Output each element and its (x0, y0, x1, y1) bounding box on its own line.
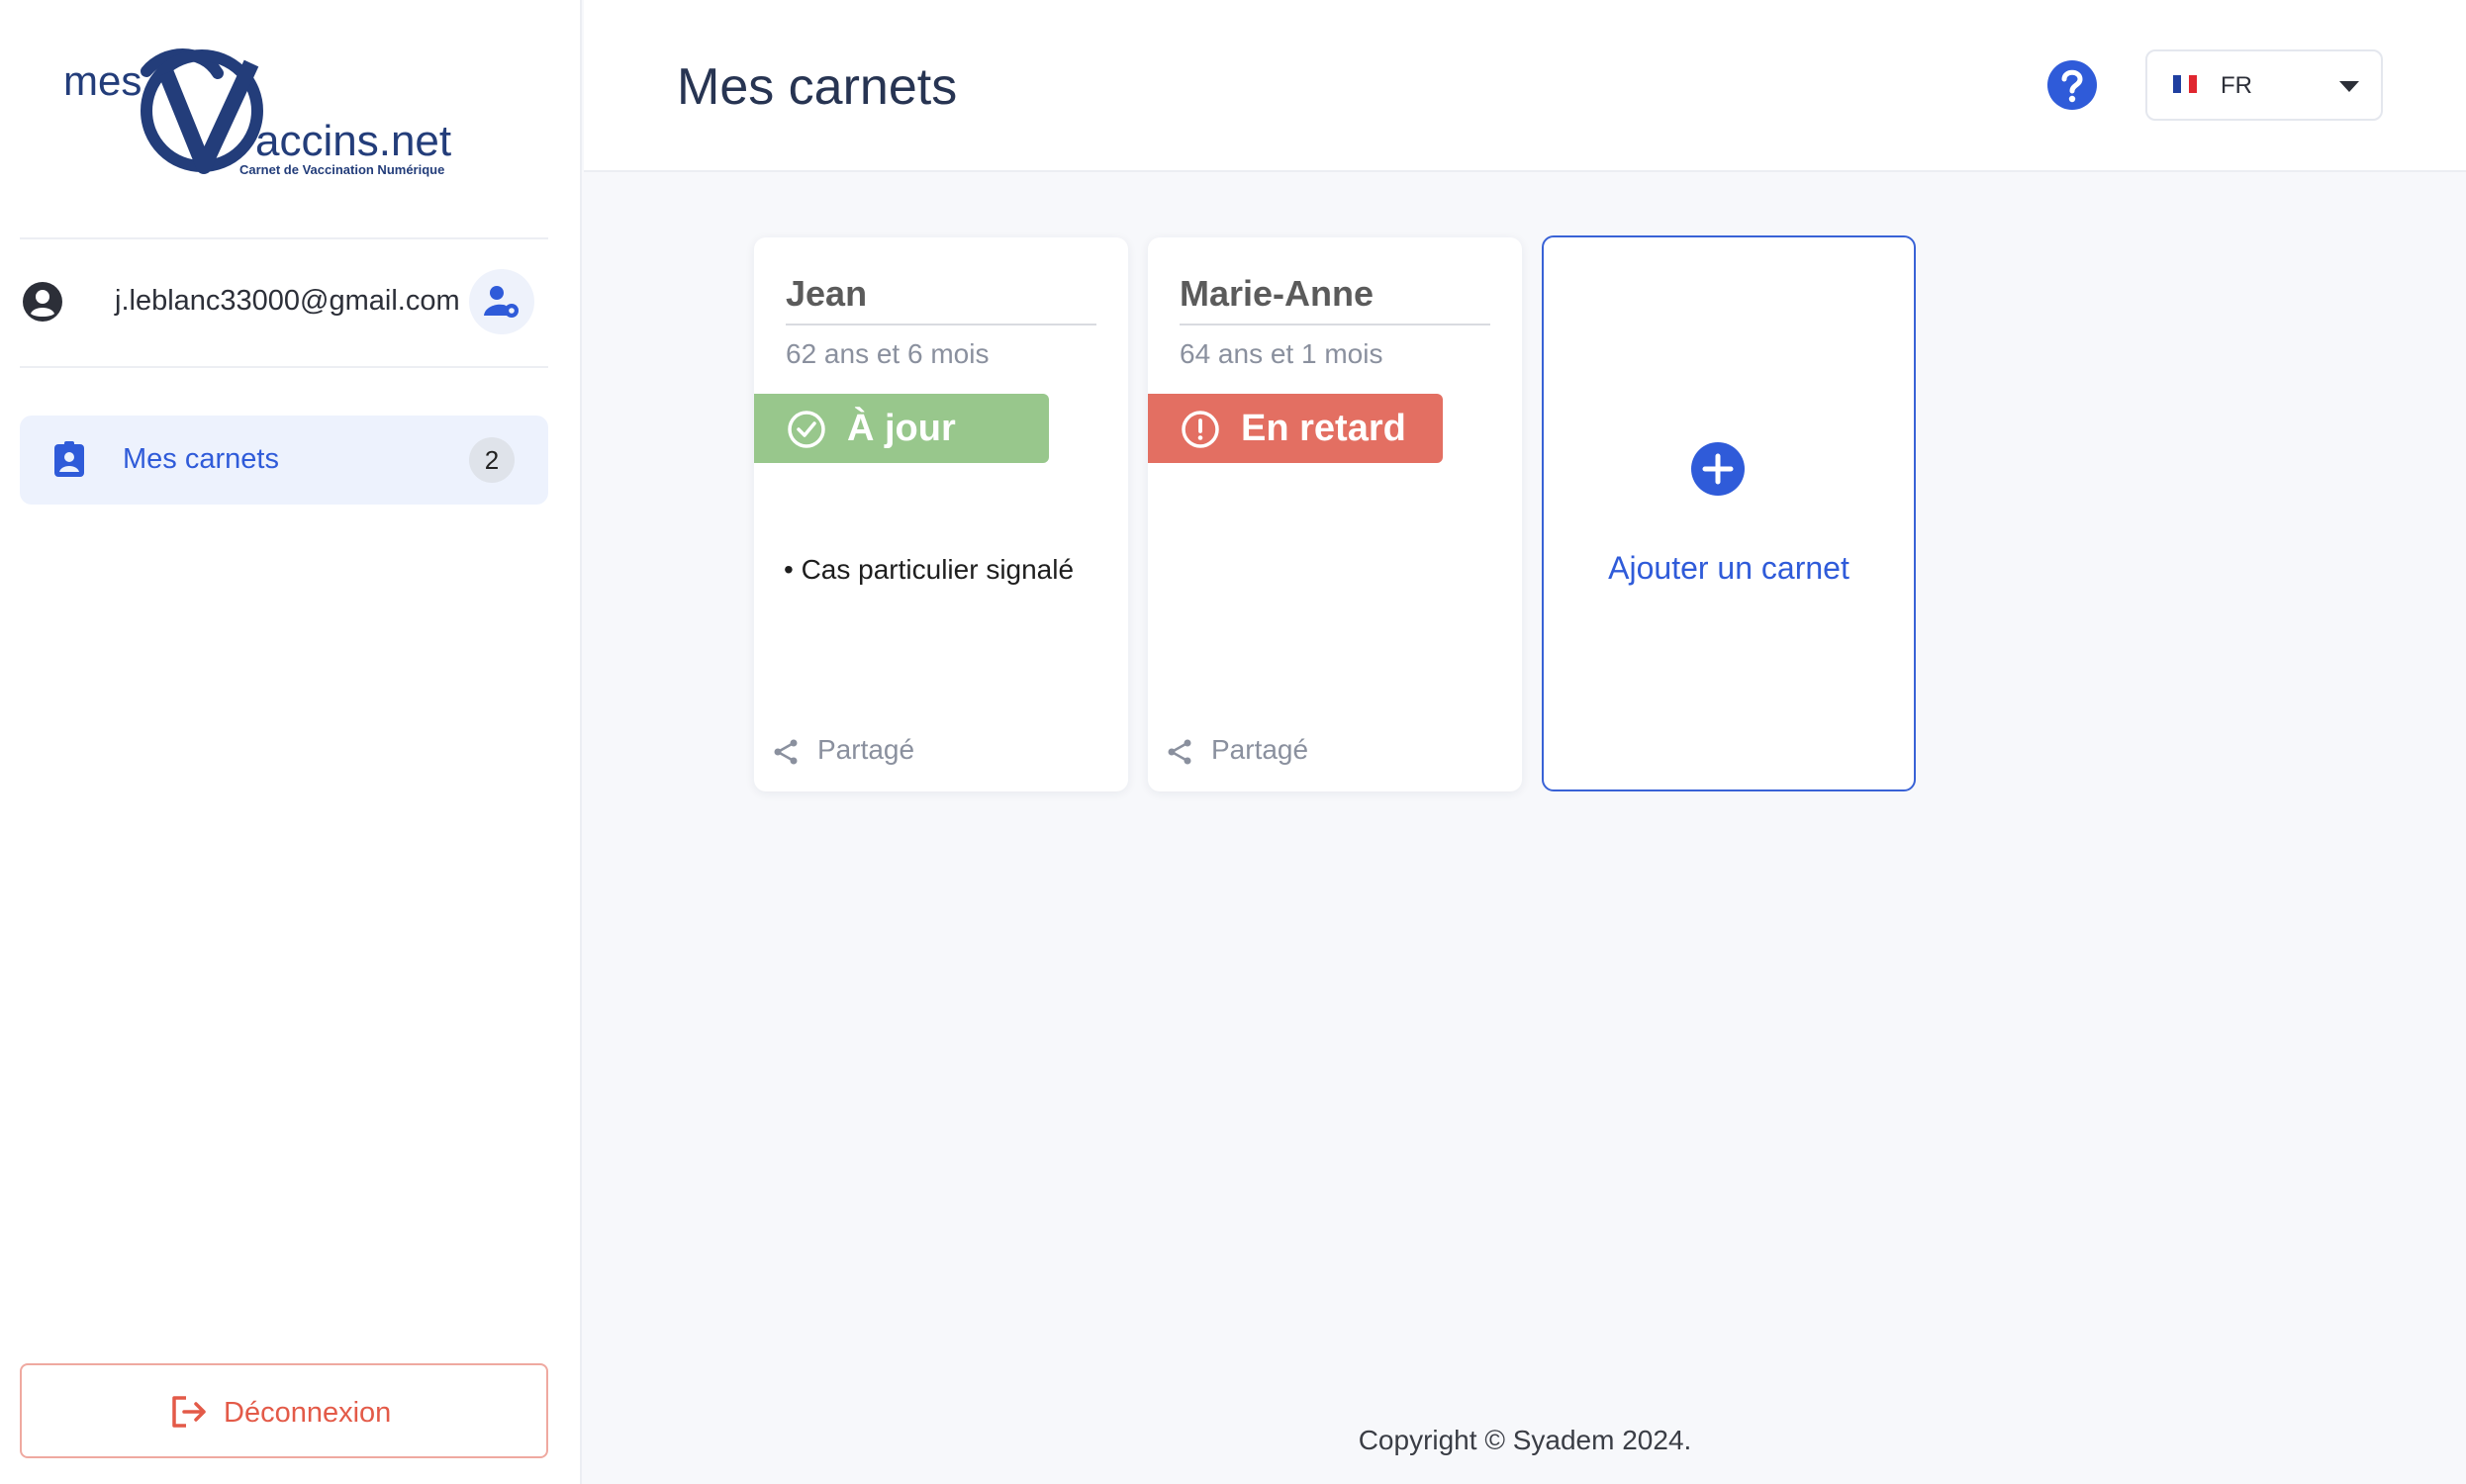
carnet-name: Jean (786, 273, 868, 314)
carnet-age: 64 ans et 1 mois (1180, 338, 1383, 369)
carnet-card[interactable]: Jean 62 ans et 6 mois À jour • Cas parti… (754, 237, 1128, 791)
user-account-row: j.leblanc33000@gmail.com (20, 259, 548, 344)
account-settings-button[interactable] (469, 269, 534, 334)
shared-label: Partagé (1211, 734, 1309, 765)
status-label: En retard (1241, 408, 1406, 449)
chevron-down-icon (2339, 81, 2359, 92)
card-divider (1180, 324, 1490, 325)
logo-suffix: accins.net (255, 117, 452, 165)
shared-label: Partagé (817, 734, 915, 765)
status-badge: En retard (1148, 394, 1443, 463)
logout-button[interactable]: Déconnexion (20, 1363, 548, 1458)
language-select[interactable]: FR (2145, 49, 2383, 121)
add-carnet-button[interactable]: Ajouter un carnet (1542, 235, 1916, 791)
carnet-name: Marie-Anne (1180, 273, 1375, 314)
carnet-card[interactable]: Marie-Anne 64 ans et 1 mois En retard Pa… (1148, 237, 1522, 791)
user-gear-icon (484, 286, 519, 318)
check-circle-icon (788, 411, 825, 448)
alert-circle-icon (1182, 411, 1219, 448)
logo-prefix: mes (63, 57, 142, 104)
carnets-count-badge: 2 (469, 437, 515, 483)
plus-circle-icon (1691, 442, 1745, 496)
page-header: Mes carnets FR (584, 0, 2466, 172)
mesvaccins-logo[interactable]: mes accins.net Carnet de Vaccination Num… (55, 34, 471, 182)
logo-tagline: Carnet de Vaccination Numérique (239, 162, 445, 177)
logo-v-mark-icon (141, 48, 263, 174)
carnet-note: • Cas particulier signalé (784, 554, 1075, 585)
sidebar-divider (20, 237, 548, 239)
status-badge: À jour (754, 394, 1049, 463)
sidebar-item-mes-carnets[interactable]: Mes carnets 2 (20, 416, 548, 505)
carnet-age: 62 ans et 6 mois (786, 338, 990, 369)
sidebar-item-label: Mes carnets (123, 443, 279, 475)
user-email: j.leblanc33000@gmail.com (115, 285, 460, 317)
page-title: Mes carnets (677, 58, 958, 116)
contact-clipboard-icon (54, 441, 84, 477)
share-icon (1168, 739, 1191, 765)
sidebar-divider (20, 366, 548, 368)
share-icon (774, 739, 798, 765)
status-label: À jour (847, 408, 956, 449)
help-icon[interactable] (2046, 59, 2098, 111)
france-flag-icon (2173, 75, 2197, 93)
user-avatar-icon (23, 282, 62, 322)
sidebar: mes accins.net Carnet de Vaccination Num… (0, 0, 582, 1484)
language-value: FR (2221, 72, 2252, 99)
logout-label: Déconnexion (224, 1397, 392, 1429)
card-divider (786, 324, 1096, 325)
logout-icon (172, 1396, 206, 1428)
copyright-footer: Copyright © Syadem 2024. (1358, 1425, 1692, 1455)
add-carnet-label: Ajouter un carnet (1608, 550, 1850, 586)
